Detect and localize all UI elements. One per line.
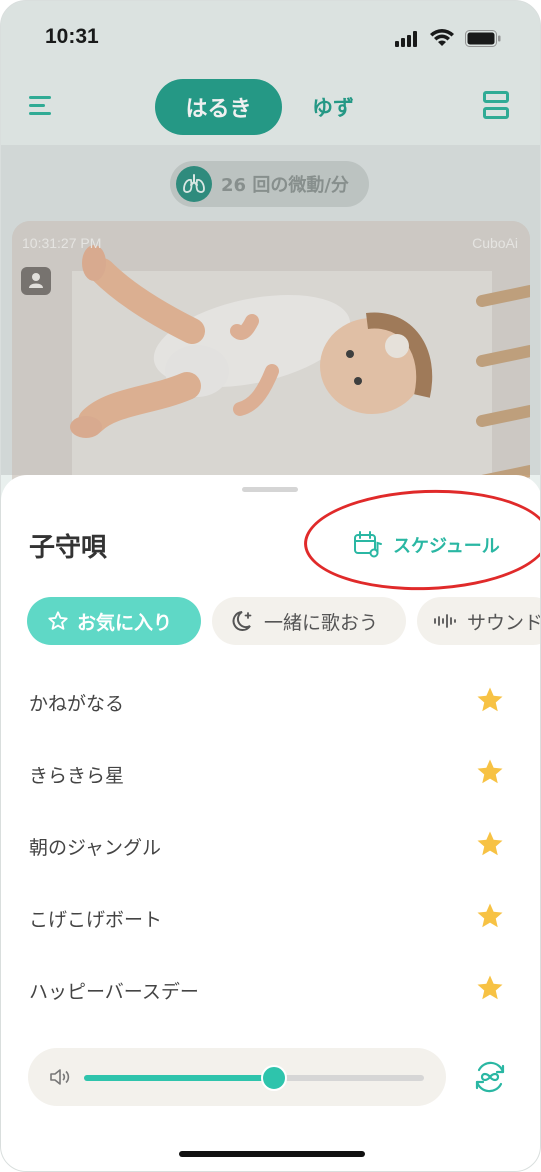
moon-stars-icon (230, 609, 256, 633)
home-indicator[interactable] (179, 1151, 365, 1157)
schedule-button[interactable]: スケジュール (353, 527, 500, 563)
favorite-star-icon[interactable] (475, 973, 505, 1003)
star-outline-icon (47, 610, 69, 632)
chip-sounds-label: サウンド (467, 611, 541, 634)
chip-sing-along[interactable]: 一緒に歌おう (212, 597, 406, 645)
favorite-star-icon[interactable] (475, 685, 505, 715)
song-title: 朝のジャングル (29, 837, 162, 859)
chip-sing-along-label: 一緒に歌おう (264, 611, 379, 634)
schedule-label: スケジュール (393, 536, 500, 557)
chip-favorites-label: お気に入り (77, 611, 173, 634)
chip-sounds[interactable]: サウンド (417, 597, 541, 645)
volume-control (28, 1048, 446, 1106)
song-row[interactable]: こげこげボート (1, 881, 540, 953)
song-title: きらきら星 (29, 765, 125, 787)
waveform-icon (433, 613, 459, 629)
lullaby-bottom-sheet: 子守唄 スケジュール お気に入り 一緒に歌おう サウンド かねがなる きらきら星… (1, 475, 541, 1171)
volume-fill (84, 1075, 274, 1081)
sheet-dim-overlay[interactable] (1, 1, 540, 475)
song-title: かねがなる (29, 693, 125, 715)
favorite-star-icon[interactable] (475, 757, 505, 787)
volume-knob[interactable] (261, 1065, 287, 1091)
song-title: こげこげボート (29, 909, 163, 931)
favorite-star-icon[interactable] (475, 829, 505, 859)
song-title: ハッピーバースデー (29, 981, 199, 1003)
phone-screen: 10:31 はるき ゆず 26 回の微動/分 10:31:27 PM CuboA… (0, 0, 541, 1172)
song-row[interactable]: ハッピーバースデー (1, 953, 540, 1025)
chip-favorites[interactable]: お気に入り (27, 597, 201, 645)
song-row[interactable]: 朝のジャングル (1, 809, 540, 881)
calendar-music-icon (354, 531, 382, 558)
song-row[interactable]: かねがなる (1, 665, 540, 737)
sheet-grabber[interactable] (242, 487, 298, 492)
loop-infinite-icon[interactable] (471, 1058, 509, 1096)
speaker-icon (50, 1069, 70, 1085)
song-row[interactable]: きらきら星 (1, 737, 540, 809)
volume-slider[interactable] (84, 1065, 424, 1091)
sheet-title: 子守唄 (29, 533, 108, 563)
favorite-star-icon[interactable] (475, 901, 505, 931)
